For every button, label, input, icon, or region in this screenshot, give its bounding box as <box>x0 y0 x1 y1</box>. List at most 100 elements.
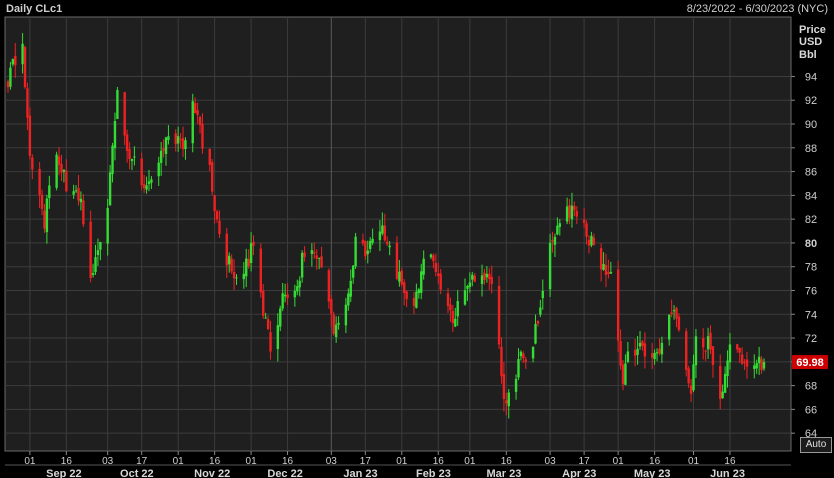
candle-up <box>167 136 170 140</box>
candle-down <box>225 233 228 266</box>
candle-down <box>60 163 63 173</box>
x-tick-label: 16 <box>61 456 73 467</box>
candle-down <box>677 316 681 330</box>
candle-down <box>213 195 216 212</box>
x-tick-label: 01 <box>688 456 700 467</box>
candle-up <box>755 363 758 369</box>
candle-down <box>687 368 690 384</box>
candle-down <box>536 320 540 324</box>
candle-down <box>28 115 32 156</box>
auto-scale-button[interactable]: Auto <box>800 437 832 453</box>
candle-down <box>585 223 588 237</box>
candle-down <box>269 332 272 352</box>
candle-down <box>330 299 333 314</box>
y-axis: 64666870727476788082848688909294 <box>791 71 817 440</box>
candle-down <box>31 157 34 170</box>
candle-up <box>609 271 613 274</box>
candle-up <box>726 360 729 376</box>
candle-up <box>264 317 267 319</box>
candle-up <box>514 378 518 392</box>
candle-up <box>694 336 698 366</box>
x-tick-label: 01 <box>464 456 476 467</box>
price-chart[interactable]: 64666870727476788082848688909294 0116031… <box>0 0 834 478</box>
candle-down <box>266 319 270 330</box>
candle-down <box>592 237 596 246</box>
y-tick-label: 68 <box>805 381 817 393</box>
candle-down <box>568 205 571 218</box>
candle-up <box>624 363 627 385</box>
candle-down <box>89 221 92 278</box>
candle-up <box>466 286 469 289</box>
candle-up <box>429 254 433 258</box>
candle-down <box>77 187 80 201</box>
candle-down <box>286 294 289 298</box>
candle-down <box>446 293 450 306</box>
candle-up <box>723 373 727 393</box>
candle-down <box>488 273 491 280</box>
candle-up <box>164 137 168 155</box>
y-tick-label: 74 <box>805 309 817 321</box>
x-tick-label: 16 <box>433 456 445 467</box>
candle-up <box>351 265 355 278</box>
candle-down <box>575 210 579 217</box>
candle-up <box>130 158 134 162</box>
candle-down <box>449 304 452 311</box>
y-tick-label: 72 <box>805 333 817 345</box>
candle-up <box>106 207 109 244</box>
candle-up <box>721 391 724 398</box>
candle-down <box>6 81 10 88</box>
candle-down <box>432 255 435 262</box>
candle-down <box>412 297 416 306</box>
candle-down <box>247 258 250 267</box>
candle-up <box>517 359 520 378</box>
candle-up <box>556 225 559 235</box>
candle-down <box>524 359 527 362</box>
candle-down <box>218 220 221 235</box>
month-label: Nov 22 <box>194 468 230 478</box>
candle-up <box>388 245 391 248</box>
candle-up <box>62 169 66 172</box>
candle-up <box>279 308 282 327</box>
candle-up <box>300 252 304 278</box>
candle-down <box>210 162 214 192</box>
candle-down <box>320 256 323 268</box>
candle-up <box>150 179 153 183</box>
candle-up <box>570 205 574 220</box>
candle-up <box>548 242 552 290</box>
candle-down <box>43 210 46 229</box>
chart-title: Daily CLc1 <box>6 3 63 15</box>
candle-up <box>381 225 384 234</box>
candle-down <box>179 139 182 141</box>
x-tick-label: 17 <box>136 456 148 467</box>
x-tick-label: 17 <box>579 456 591 467</box>
candle-down <box>641 341 644 347</box>
y-tick-label: 78 <box>805 262 817 274</box>
candle-down <box>364 240 367 257</box>
candle-down <box>405 291 408 299</box>
candle-down <box>181 138 185 150</box>
x-tick-label: 03 <box>545 456 557 467</box>
candle-up <box>45 198 49 233</box>
candle-up <box>415 291 418 308</box>
candle-down <box>675 308 678 319</box>
candle-up <box>21 43 24 65</box>
y-tick-label: 90 <box>805 119 817 131</box>
candle-up <box>354 236 357 267</box>
candle-down <box>604 264 608 276</box>
candle-up <box>293 290 297 298</box>
candle-down <box>361 239 365 244</box>
candle-down <box>500 346 503 377</box>
candle-down <box>434 263 438 273</box>
candle-down <box>689 385 693 394</box>
candle-up <box>113 121 117 149</box>
candle-down <box>573 205 576 211</box>
candle-down <box>719 365 722 399</box>
candle-up <box>334 324 338 338</box>
y-tick-label: 84 <box>805 190 817 202</box>
candle-up <box>753 365 756 369</box>
candle-up <box>398 271 401 282</box>
candle-up <box>249 243 253 264</box>
candle-down <box>400 270 404 285</box>
candle-up <box>9 67 12 87</box>
candle-down <box>621 364 625 385</box>
